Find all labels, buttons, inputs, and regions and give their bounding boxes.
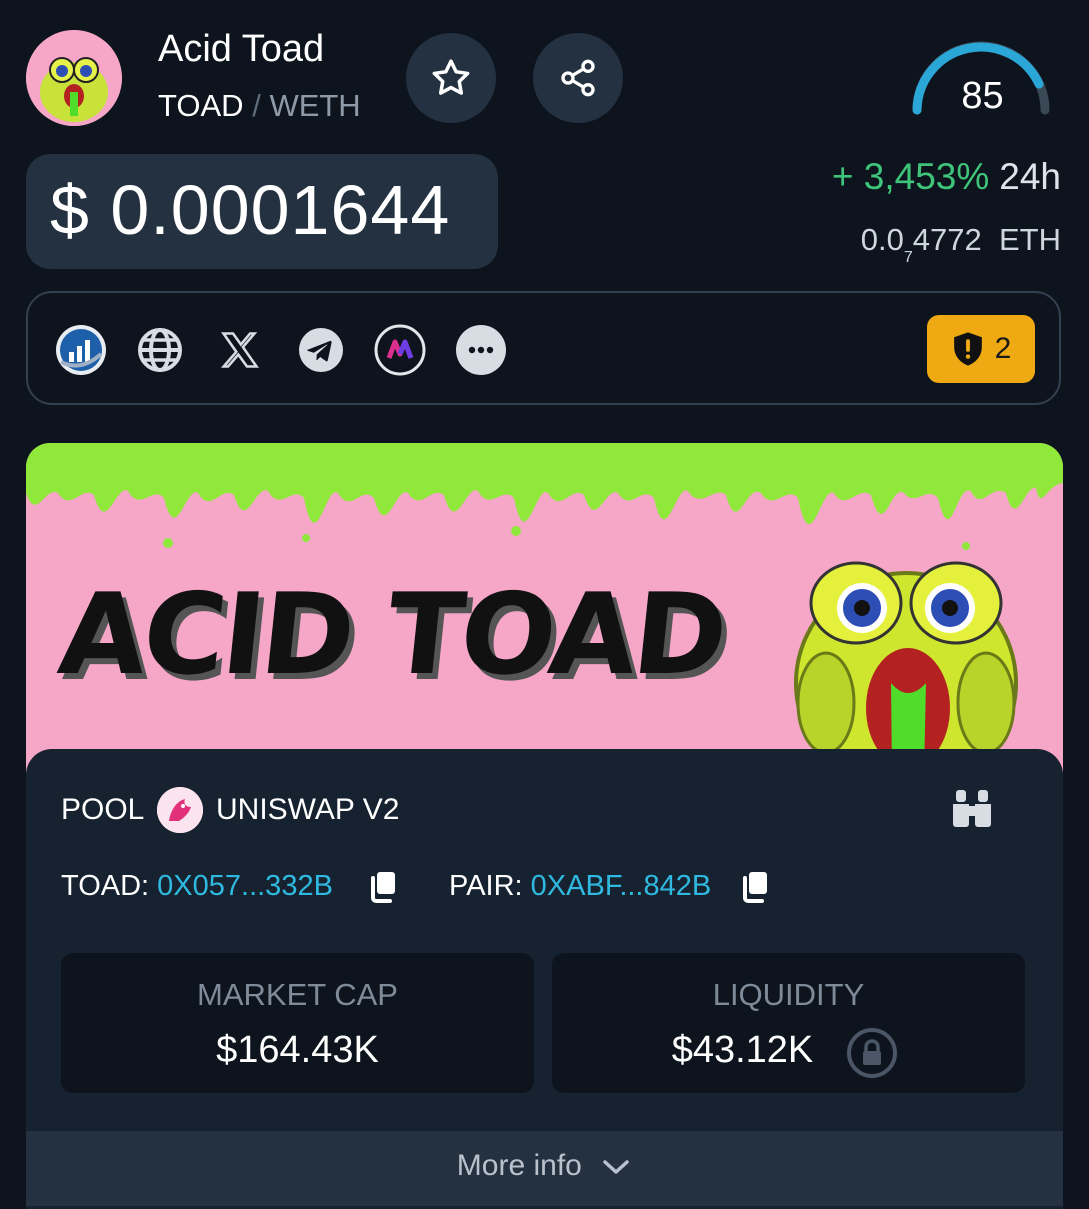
warning-count: 2 <box>994 332 1012 365</box>
token-name: Acid Toad <box>158 28 325 70</box>
copy-icon <box>743 872 767 903</box>
telegram-icon <box>299 328 343 372</box>
pair-address-label: PAIR: <box>449 870 523 902</box>
coinmarket-icon <box>374 324 426 376</box>
more-info-button[interactable]: More info <box>0 1149 1089 1183</box>
share-icon <box>561 59 595 97</box>
dex-name: UNISWAP V2 <box>216 793 400 826</box>
price-usd: $ 0.0001644 <box>50 171 451 249</box>
website-link[interactable] <box>134 324 186 376</box>
liquidity-lock-icon <box>846 1027 898 1084</box>
globe-icon <box>138 328 182 372</box>
token-avatar <box>26 30 122 126</box>
pair-separator: / <box>252 88 261 123</box>
quote-symbol: WETH <box>269 88 361 123</box>
binoculars-button[interactable] <box>950 788 994 833</box>
copy-token-address-button[interactable] <box>368 870 398 909</box>
copy-pair-address-button[interactable] <box>740 870 770 909</box>
x-link[interactable] <box>214 324 266 376</box>
pool-label: POOL <box>61 793 145 826</box>
pair-address[interactable]: 0XABF...842B <box>531 870 712 902</box>
star-icon <box>432 59 470 95</box>
copy-icon <box>371 872 395 903</box>
telegram-link[interactable] <box>295 324 347 376</box>
change-period: 24h <box>999 156 1061 197</box>
score-value: 85 <box>961 75 1004 117</box>
coinmarket-link[interactable] <box>374 324 426 376</box>
more-links-button[interactable] <box>455 324 507 376</box>
token-pair: TOAD / WETH <box>158 88 361 124</box>
market-cap-label: MARKET CAP <box>197 977 398 1012</box>
chevron-down-icon <box>603 1160 629 1174</box>
price-eth: 0.074772 ETH <box>861 222 1061 267</box>
security-warning-badge[interactable]: 2 <box>927 315 1035 383</box>
price-change: + 3,453% 24h <box>832 156 1061 198</box>
banner-title: ACID TOAD <box>53 570 731 700</box>
more-icon <box>456 325 506 375</box>
token-address-row: TOAD: 0X057...332B <box>61 870 333 903</box>
eth-prefix: 0.0 <box>860 222 904 257</box>
more-info-label: More info <box>456 1149 582 1182</box>
token-address[interactable]: 0X057...332B <box>157 870 333 902</box>
market-cap-box: MARKET CAP $164.43K <box>61 953 534 1093</box>
eth-zero-count: 7 <box>903 249 913 266</box>
favorite-button[interactable] <box>406 33 496 123</box>
share-button[interactable] <box>533 33 623 123</box>
liquidity-label: LIQUIDITY <box>712 977 865 1012</box>
liquidity-value: $43.12K <box>671 1029 814 1071</box>
token-address-label: TOAD: <box>61 870 150 902</box>
binoculars-icon <box>953 790 991 827</box>
base-symbol: TOAD <box>158 88 244 123</box>
shield-warning-icon <box>953 332 982 366</box>
x-icon <box>220 332 259 368</box>
dextools-link[interactable] <box>55 324 107 376</box>
liquidity-box: LIQUIDITY $43.12K <box>552 953 1025 1093</box>
uniswap-logo <box>157 787 203 833</box>
eth-digits: 4772 <box>912 222 982 257</box>
eth-unit: ETH <box>999 222 1061 257</box>
market-cap-value: $164.43K <box>216 1029 379 1071</box>
pair-address-row: PAIR: 0XABF...842B <box>449 870 711 903</box>
dextools-icon <box>56 325 106 375</box>
change-percent: + 3,453% <box>831 156 990 197</box>
